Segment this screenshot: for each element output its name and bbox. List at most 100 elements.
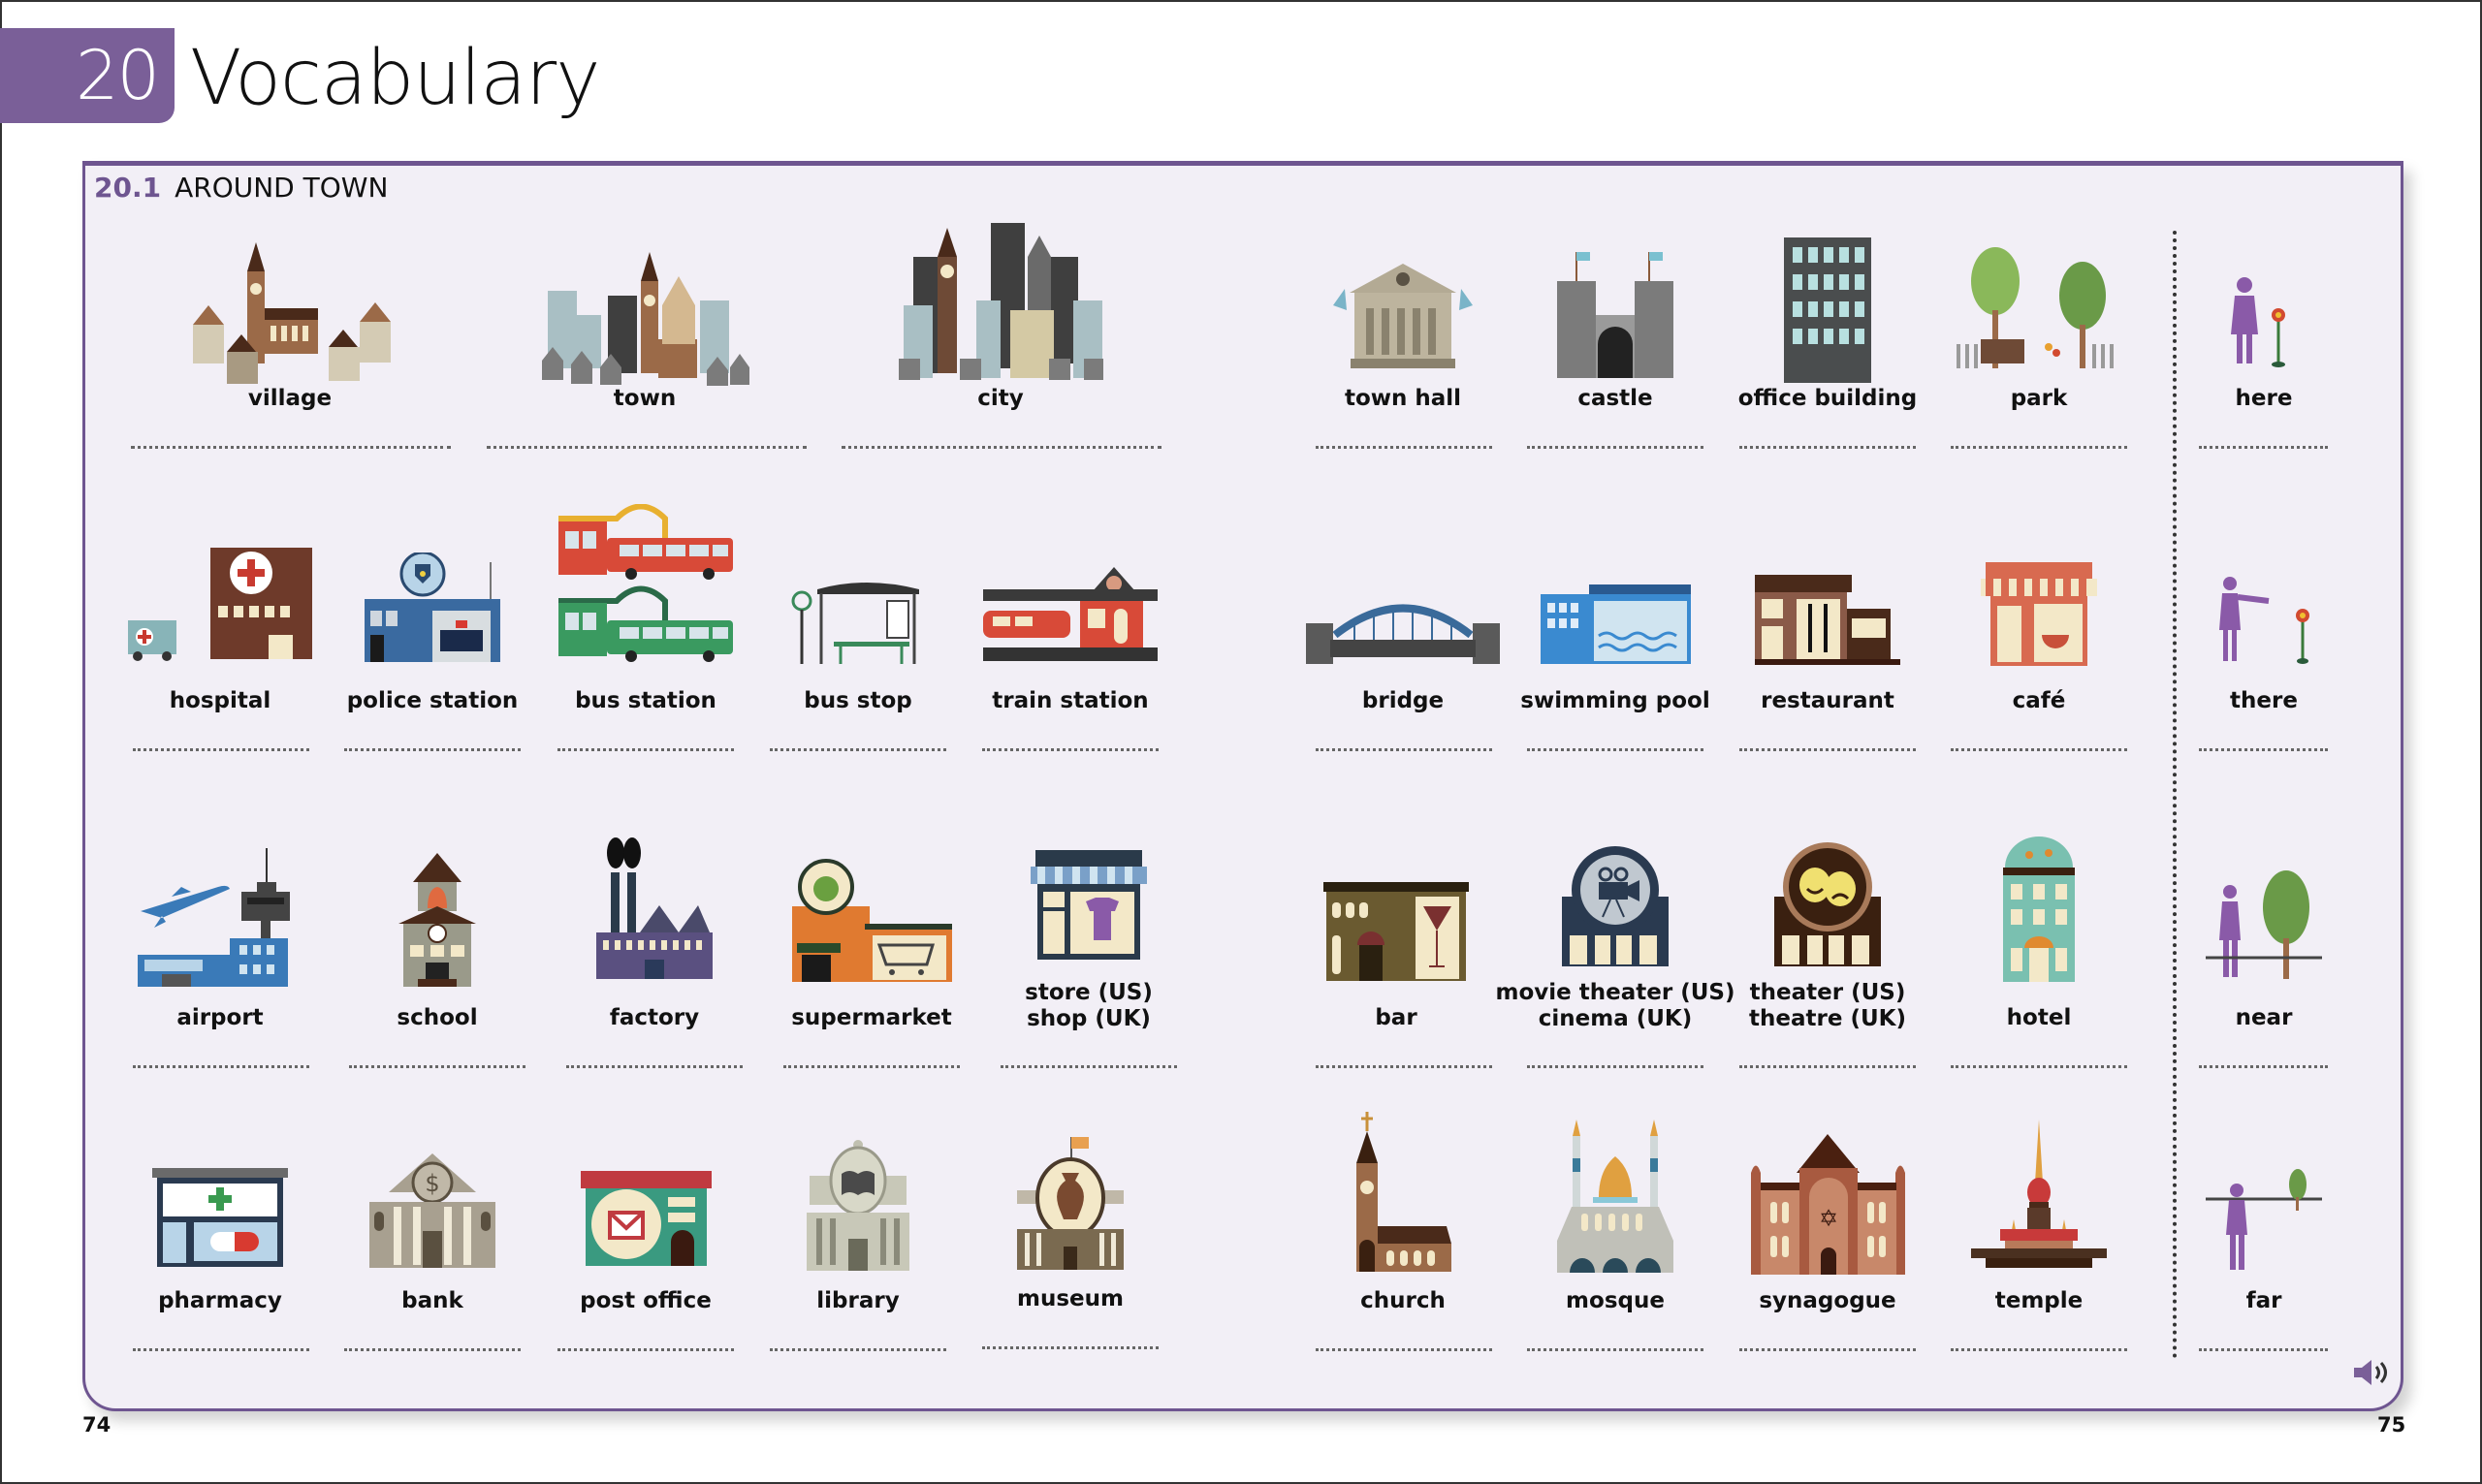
speaker-icon[interactable] (2352, 1357, 2391, 1388)
synagogue-icon: ✡ (1721, 1129, 1934, 1275)
answer-line (1316, 1065, 1492, 1068)
section-title: AROUND TOWN (175, 172, 389, 204)
hospital-icon (113, 538, 327, 664)
answer-line (487, 446, 807, 449)
answer-line (344, 748, 521, 751)
police-station-icon (326, 553, 539, 664)
library-icon (751, 1137, 965, 1273)
hotel-icon (1932, 834, 2146, 984)
label-near: near (2235, 1005, 2293, 1030)
label-there: there (2230, 688, 2298, 713)
answer-line (1316, 748, 1492, 751)
label-museum: museum (1017, 1286, 1124, 1311)
school-icon (331, 848, 544, 989)
label-shop-uk: shop (UK) (1027, 1006, 1151, 1031)
church-icon (1296, 1110, 1510, 1275)
store-icon (982, 845, 1195, 962)
temple-icon (1932, 1115, 2146, 1270)
near-icon (2157, 861, 2371, 982)
answer-line (770, 748, 946, 751)
answer-line (133, 1348, 309, 1351)
answer-line (1316, 1348, 1492, 1351)
answer-line (349, 1065, 525, 1068)
label-store-us: store (US) (1025, 980, 1153, 1005)
answer-line (133, 1065, 309, 1068)
here-icon (2157, 271, 2371, 378)
answer-line (770, 1348, 946, 1351)
theater-icon (1721, 838, 1934, 969)
label-far: far (2245, 1288, 2282, 1313)
there-icon (2157, 572, 2371, 669)
answer-line (1001, 1065, 1177, 1068)
answer-line (1739, 446, 1916, 449)
movie-theater-icon (1509, 843, 1722, 969)
answer-line (1739, 748, 1916, 751)
chapter-title: Vocabulary (190, 35, 600, 122)
pharmacy-icon (113, 1158, 327, 1270)
castle-icon (1509, 247, 1722, 383)
cafe-icon (1932, 557, 2146, 669)
bus-station-icon (539, 504, 752, 669)
answer-line (1951, 1065, 2127, 1068)
answer-line (133, 748, 309, 751)
answer-line (982, 1346, 1159, 1349)
svg-text:$: $ (425, 1170, 439, 1197)
answer-line (1739, 1348, 1916, 1351)
answer-line (783, 1065, 960, 1068)
svg-text:✡: ✡ (1818, 1205, 1837, 1232)
airport-icon (113, 843, 327, 989)
answer-line (2199, 446, 2328, 449)
answer-line (1316, 446, 1492, 449)
chapter-number: 20 (76, 36, 160, 115)
label-theatre-uk: theatre (UK) (1749, 1006, 1906, 1031)
answer-line (2199, 1065, 2328, 1068)
answer-line (842, 446, 1161, 449)
answer-line (1527, 446, 1703, 449)
label-village: village (247, 386, 333, 411)
answer-line (557, 748, 734, 751)
answer-line (1527, 1348, 1703, 1351)
label-here: here (2235, 386, 2293, 411)
factory-icon (548, 836, 761, 981)
train-station-icon (964, 562, 1177, 664)
office-building-icon (1721, 233, 1934, 388)
answer-line (131, 446, 451, 449)
bar-icon (1289, 877, 1503, 984)
town-icon (538, 233, 751, 388)
answer-line (1739, 1065, 1916, 1068)
label-city: city (977, 386, 1024, 411)
answer-line (982, 748, 1159, 751)
answer-line (2199, 1348, 2328, 1351)
label-town: town (613, 386, 677, 411)
section-number: 20.1 (94, 172, 162, 204)
answer-line (1951, 1348, 2127, 1351)
bus-stop-icon (751, 582, 965, 669)
city-icon (894, 218, 1107, 388)
label-cinema-uk: cinema (UK) (1538, 1006, 1693, 1031)
answer-line (557, 1348, 734, 1351)
label-store: store (US) shop (UK) (934, 980, 1244, 1032)
far-icon (2157, 1163, 2371, 1275)
section-header: 20.1 AROUND TOWN (94, 171, 388, 205)
answer-line (1527, 748, 1703, 751)
mosque-icon (1509, 1115, 1722, 1275)
page-number-left: 74 (82, 1413, 111, 1437)
answer-line (566, 1065, 743, 1068)
museum-icon (964, 1132, 1177, 1273)
post-office-icon (539, 1166, 752, 1268)
page-number-right: 75 (2377, 1413, 2406, 1437)
restaurant-icon (1721, 570, 1934, 667)
bridge-icon (1296, 596, 1510, 669)
answer-line (1951, 446, 2127, 449)
answer-line (344, 1348, 521, 1351)
village-icon (183, 233, 397, 388)
answer-line (2199, 748, 2328, 751)
answer-line (1951, 748, 2127, 751)
swimming-pool-icon (1509, 580, 1722, 667)
supermarket-icon (765, 858, 978, 984)
town-hall-icon (1296, 252, 1510, 378)
label-train-station: train station (992, 688, 1149, 713)
park-icon (1932, 242, 2146, 378)
answer-line (1527, 1065, 1703, 1068)
label-theater-us: theater (US) (1749, 980, 1906, 1005)
